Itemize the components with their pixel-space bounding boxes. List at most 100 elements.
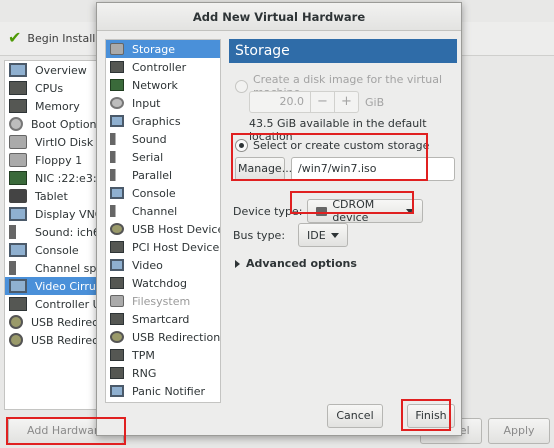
sidebar-item-label: CPUs <box>35 81 64 95</box>
hardware-type-label: Storage <box>132 42 176 56</box>
hardware-type-label: Parallel <box>132 168 173 182</box>
storage-panel: Storage Create a disk image for the virt… <box>229 39 457 399</box>
disk-size-spinner[interactable]: 20.0 − + <box>249 91 359 113</box>
hardware-type-item[interactable]: Sound <box>106 130 220 148</box>
sidebar-item-label: Floppy 1 <box>35 153 83 167</box>
hardware-type-label: Sound <box>132 132 167 146</box>
hardware-type-item[interactable]: Parallel <box>106 166 220 184</box>
hardware-type-item[interactable]: Channel <box>106 202 220 220</box>
hardware-type-item[interactable]: Network <box>106 76 220 94</box>
disk-size-value: 20.0 <box>279 95 305 108</box>
sidebar-item[interactable]: CPUs <box>5 79 97 97</box>
hardware-type-item[interactable]: USB Host Device <box>106 220 220 238</box>
controller-icon <box>9 297 27 311</box>
usb-redirector-icon <box>9 315 23 329</box>
memory-icon <box>9 99 27 113</box>
sidebar-item-label: Tablet <box>35 189 68 203</box>
smartcard-icon <box>110 313 124 325</box>
graphics-icon <box>110 115 124 127</box>
rng-icon <box>110 367 124 379</box>
sidebar-item[interactable]: VirtIO Disk 1 <box>5 133 97 151</box>
storage-icon <box>110 43 124 55</box>
hardware-type-label: Controller <box>132 60 187 74</box>
sidebar-item[interactable]: Memory <box>5 97 97 115</box>
sidebar-item[interactable]: Display VNC <box>5 205 97 223</box>
sidebar-item-label: USB Redirector <box>31 315 97 329</box>
sidebar-item[interactable]: Floppy 1 <box>5 151 97 169</box>
hardware-type-item[interactable]: Console <box>106 184 220 202</box>
hardware-type-label: RNG <box>132 366 157 380</box>
serial-icon <box>110 151 124 163</box>
custom-storage-label: Select or create custom storage <box>253 139 430 152</box>
check-icon: ✔ <box>8 28 22 47</box>
hardware-type-item[interactable]: Smartcard <box>106 310 220 328</box>
usb-icon <box>110 223 124 235</box>
hardware-type-label: TPM <box>132 348 155 362</box>
sidebar-item[interactable]: Channel spice <box>5 259 97 277</box>
finish-button[interactable]: Finish <box>407 404 455 428</box>
sidebar-item-label: Controller USB <box>35 297 97 311</box>
sidebar-item-label: Sound: ich6 <box>35 225 97 239</box>
decrease-size-button[interactable]: − <box>310 92 334 112</box>
sidebar-item-label: Overview <box>35 63 87 77</box>
video-icon <box>9 279 27 293</box>
custom-storage-radio[interactable]: Select or create custom storage <box>235 139 429 152</box>
sidebar-item[interactable]: USB Redirector <box>5 331 97 349</box>
sidebar-item[interactable]: Boot Options <box>5 115 97 133</box>
sidebar-item[interactable]: NIC :22:e3:54 <box>5 169 97 187</box>
bus-type-value: IDE <box>307 228 326 242</box>
manage-button[interactable]: Manage... <box>235 157 292 181</box>
bus-type-select[interactable]: IDE <box>298 223 349 247</box>
custom-storage-row: Manage... /win7/win7.iso <box>235 157 455 181</box>
parallel-icon <box>110 169 124 181</box>
hardware-type-item[interactable]: Serial <box>106 148 220 166</box>
boot-options-icon <box>9 117 23 131</box>
increase-size-button[interactable]: + <box>334 92 358 112</box>
hardware-type-item[interactable]: Graphics <box>106 112 220 130</box>
hardware-type-item[interactable]: Panic Notifier <box>106 382 220 400</box>
console-icon <box>9 243 27 257</box>
hardware-type-label: Filesystem <box>132 294 191 308</box>
disk-icon <box>9 135 27 149</box>
sidebar-item-label: Video Cirrus <box>35 279 97 293</box>
tablet-icon <box>9 189 27 203</box>
sidebar-item[interactable]: Overview <box>5 61 97 79</box>
hardware-type-item[interactable]: PCI Host Device <box>106 238 220 256</box>
advanced-options-label: Advanced options <box>246 257 357 270</box>
hardware-type-item[interactable]: Video <box>106 256 220 274</box>
sidebar-item[interactable]: Tablet <box>5 187 97 205</box>
hardware-sidebar: Overview CPUs Memory Boot Options VirtIO Dis… <box>4 60 98 410</box>
hardware-type-item[interactable]: Storage <box>106 40 220 58</box>
sidebar-item-label: Memory <box>35 99 80 113</box>
sidebar-item[interactable]: Controller USB <box>5 295 97 313</box>
hardware-type-label: Graphics <box>132 114 181 128</box>
storage-path-input[interactable]: /win7/win7.iso <box>291 157 455 181</box>
dialog-title: Add New Virtual Hardware <box>97 3 461 31</box>
finish-label: Finish <box>415 409 447 422</box>
hardware-type-item[interactable]: Controller <box>106 58 220 76</box>
device-type-select[interactable]: CDROM device <box>307 198 424 224</box>
sidebar-item[interactable]: Video Cirrus <box>5 277 97 295</box>
usb-redirection-icon <box>110 331 124 343</box>
sidebar-item[interactable]: Sound: ich6 <box>5 223 97 241</box>
console-icon <box>110 187 124 199</box>
sidebar-item[interactable]: Console <box>5 241 97 259</box>
hardware-type-label: Input <box>132 96 161 110</box>
hardware-type-item[interactable]: TPM <box>106 346 220 364</box>
hardware-type-item[interactable]: Input <box>106 94 220 112</box>
sidebar-item-label: Console <box>35 243 79 257</box>
channel-icon <box>9 261 27 275</box>
radio-selected-icon <box>235 139 248 152</box>
apply-button[interactable]: Apply <box>488 418 550 444</box>
hardware-type-item[interactable]: RNG <box>106 364 220 382</box>
hardware-type-label: Network <box>132 78 178 92</box>
expander-arrow-icon <box>235 259 240 268</box>
hardware-type-label: Console <box>132 186 176 200</box>
dialog-cancel-button[interactable]: Cancel <box>327 404 383 428</box>
hardware-type-item[interactable]: Watchdog <box>106 274 220 292</box>
channel-icon <box>110 205 124 217</box>
advanced-options-expander[interactable]: Advanced options <box>235 257 357 270</box>
hardware-type-item[interactable]: USB Redirection <box>106 328 220 346</box>
hardware-type-label: USB Redirection <box>132 330 220 344</box>
sidebar-item[interactable]: USB Redirector <box>5 313 97 331</box>
